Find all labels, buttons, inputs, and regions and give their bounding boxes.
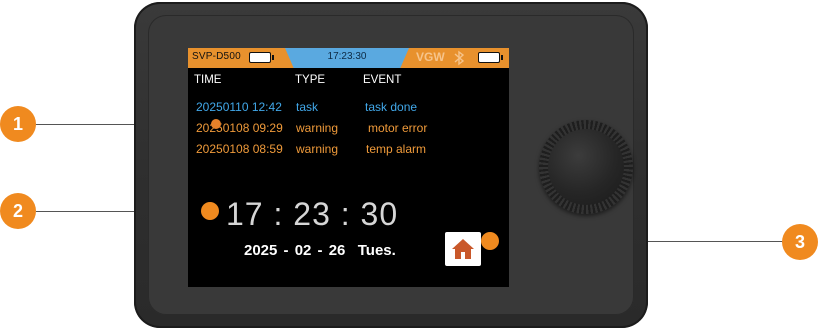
battery-icon	[249, 52, 274, 63]
status-time: 17:23:30	[327, 51, 367, 62]
knob-cap	[548, 129, 624, 205]
display-screen: SVP-D500 17:23:30 VGW TIME TYPE EVENT 20…	[188, 48, 509, 287]
callout-badge-2: 2	[0, 193, 36, 229]
callout-badge-3: 3	[782, 224, 818, 260]
battery-icon	[478, 52, 503, 63]
event-description: task done	[365, 100, 418, 114]
event-row[interactable]: 20250108 09:29 warning motor error	[188, 121, 509, 137]
event-type: warning	[296, 142, 339, 156]
column-header-type: TYPE	[295, 74, 326, 86]
callout-marker-2	[201, 202, 219, 220]
event-time: 20250108 08:59	[196, 142, 283, 156]
event-time: 20250110 12:42	[196, 100, 282, 114]
event-type: task	[296, 100, 319, 114]
home-button[interactable]	[445, 232, 481, 266]
column-header-time: TIME	[194, 74, 222, 86]
device-model-label: SVP-D500	[192, 51, 241, 62]
callout-badge-1: 1	[0, 106, 36, 142]
bluetooth-icon	[454, 50, 465, 66]
event-description: temp alarm	[366, 142, 427, 156]
clock-time: 17 : 23 : 30	[226, 196, 399, 232]
callout-marker-3	[481, 232, 499, 250]
home-icon	[452, 239, 474, 259]
event-time: 20250108 09:29	[196, 121, 283, 135]
event-row[interactable]: 20250108 08:59 warning temp alarm	[188, 142, 509, 158]
callout-marker-1	[211, 119, 221, 129]
column-header-event: EVENT	[363, 74, 402, 86]
rotary-knob[interactable]	[539, 120, 633, 214]
clock-date: 2025 - 02 - 26 Tues.	[244, 242, 396, 259]
event-row[interactable]: 20250110 12:42 task task done	[188, 100, 509, 116]
event-type: warning	[296, 121, 339, 135]
stage: SVP-D500 17:23:30 VGW TIME TYPE EVENT 20…	[0, 0, 821, 330]
event-description: motor error	[368, 121, 428, 135]
gateway-label: VGW	[416, 50, 445, 64]
